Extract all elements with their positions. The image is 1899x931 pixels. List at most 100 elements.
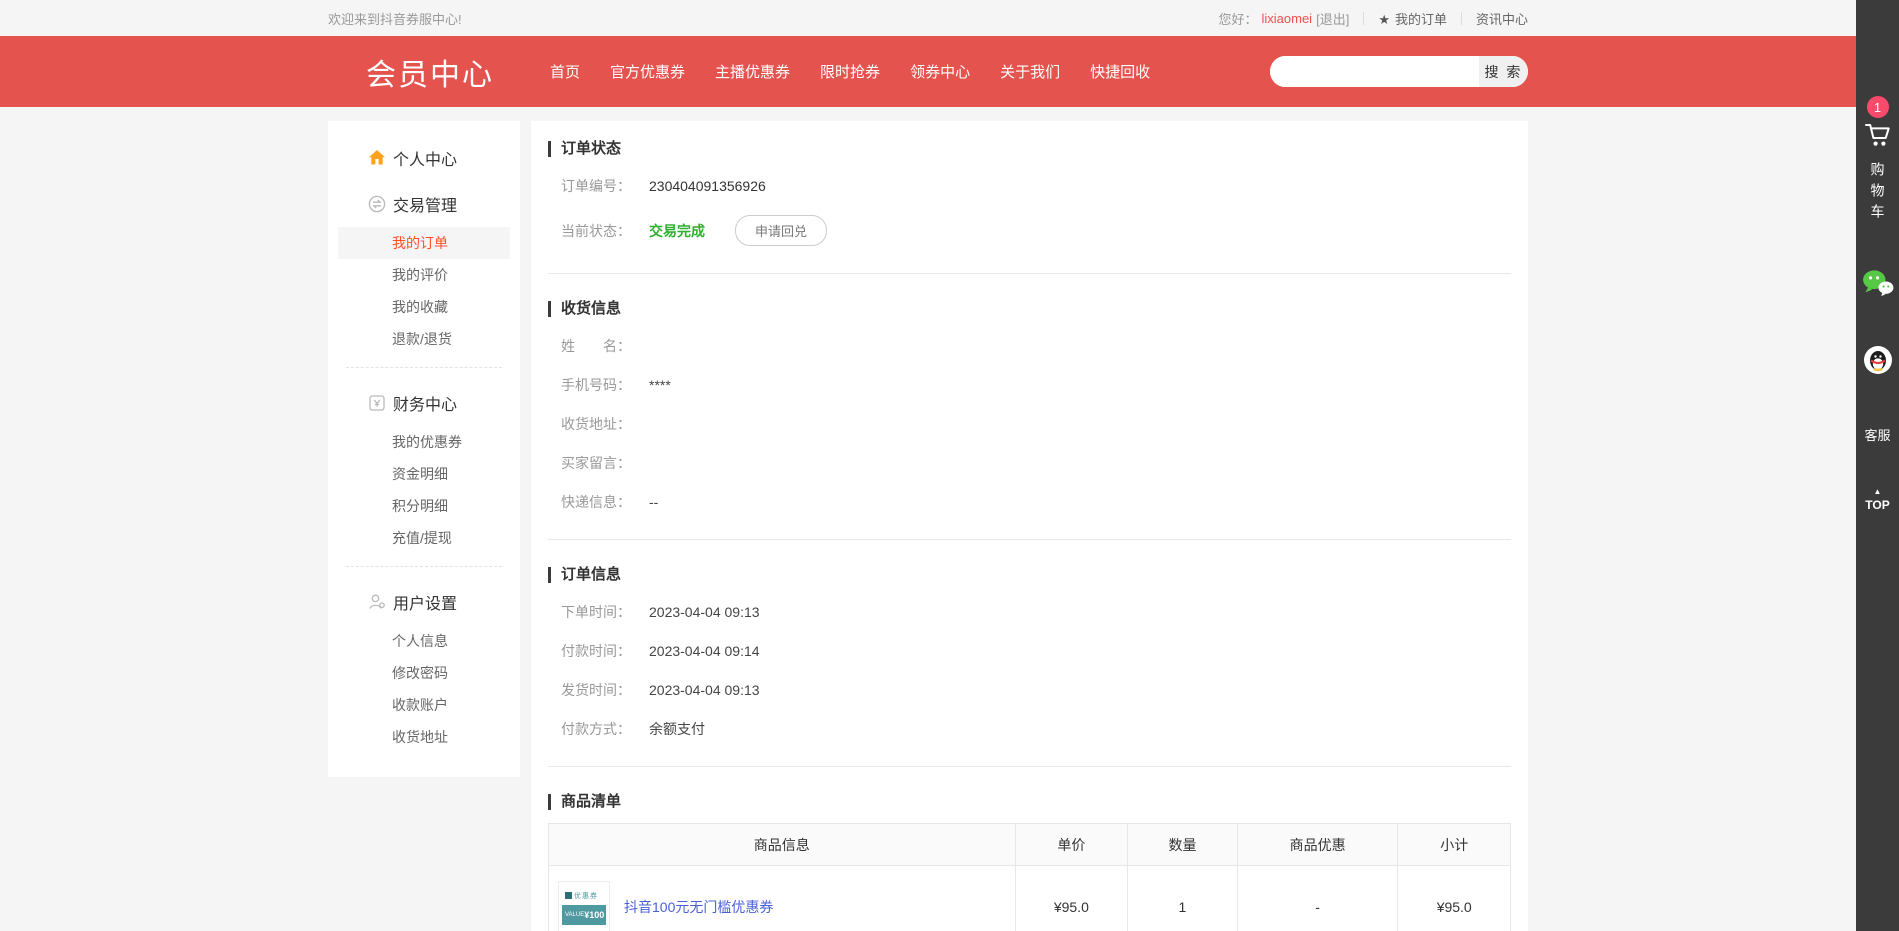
site-logo[interactable]: 会员中心	[328, 50, 494, 94]
goods-table-row: 优惠券 VALUE ¥100 抖音100元无门槛优惠券 ¥95.0 1 - ¥9…	[548, 865, 1511, 931]
divider	[346, 566, 502, 567]
ship-time-value: 2023-04-04 09:13	[649, 682, 760, 698]
sidebar-section-user-settings[interactable]: 用户设置	[328, 579, 520, 625]
nav-official-coupons[interactable]: 官方优惠券	[610, 61, 685, 82]
col-header-quantity: 数量	[1127, 823, 1238, 866]
sidebar-item-payment-account[interactable]: 收款账户	[328, 689, 520, 721]
unit-price-cell: ¥95.0	[1014, 865, 1129, 931]
col-header-subtotal: 小计	[1397, 823, 1511, 866]
sidebar-item-my-coupons[interactable]: 我的优惠券	[328, 426, 520, 458]
sidebar-section-trade[interactable]: 交易管理	[328, 181, 520, 227]
discount-cell: -	[1236, 865, 1399, 931]
phone-value: ****	[649, 377, 671, 393]
order-detail-panel: 订单状态 订单编号： 230404091356926 当前状态： 交易完成 申请…	[531, 121, 1528, 931]
section-title-order-info: 订单信息	[548, 567, 1511, 583]
divider	[548, 539, 1511, 540]
sidebar-item-refunds[interactable]: 退款/退货	[328, 323, 520, 355]
order-no-value: 230404091356926	[649, 178, 766, 194]
sidebar-item-change-password[interactable]: 修改密码	[328, 657, 520, 689]
sidebar-item-recharge-withdraw[interactable]: 充值/提现	[328, 522, 520, 554]
pay-time-value: 2023-04-04 09:14	[649, 643, 760, 659]
order-no-label: 订单编号：	[561, 178, 631, 194]
cart-label[interactable]: 购物车	[1868, 162, 1888, 225]
up-arrow-icon: ▲	[1873, 487, 1882, 496]
sidebar-section-title: 交易管理	[393, 198, 458, 215]
customer-service-button[interactable]: 客服	[1864, 425, 1890, 444]
coupon-brand-text: 优惠券	[574, 892, 598, 900]
cart-count-badge: 1	[1866, 96, 1889, 118]
divider	[1460, 11, 1462, 25]
search-input[interactable]	[1270, 56, 1479, 87]
search-box: 搜 索	[1270, 56, 1528, 87]
sidebar-section-personal-center[interactable]: 个人中心	[328, 135, 520, 181]
main-nav: 首页 官方优惠券 主播优惠券 限时抢券 领券中心 关于我们 快捷回收	[550, 61, 1180, 82]
trade-icon	[368, 195, 386, 213]
user-settings-icon	[368, 593, 386, 611]
back-to-top-button[interactable]: ▲ TOP	[1865, 487, 1890, 513]
address-label: 收货地址：	[561, 416, 631, 432]
sidebar-item-shipping-address[interactable]: 收货地址	[328, 721, 520, 753]
nav-quick-recycle[interactable]: 快捷回收	[1090, 61, 1150, 82]
nav-about-us[interactable]: 关于我们	[1000, 61, 1060, 82]
col-header-goods-info: 商品信息	[548, 823, 1016, 866]
redeem-button[interactable]: 申请回兑	[735, 215, 828, 246]
ship-time-label: 发货时间：	[561, 682, 631, 698]
name-label: 姓 名：	[561, 338, 631, 354]
divider	[548, 273, 1511, 274]
sidebar-section-finance[interactable]: 财务中心	[328, 380, 520, 426]
logout-link[interactable]: [退出]	[1316, 9, 1349, 28]
sidebar-item-my-favorites[interactable]: 我的收藏	[328, 291, 520, 323]
search-button[interactable]: 搜 索	[1479, 56, 1528, 87]
section-title-goods: 商品清单	[548, 794, 1511, 810]
news-center-link[interactable]: 资讯中心	[1476, 9, 1528, 28]
welcome-text: 欢迎来到抖音券服中心!	[328, 11, 462, 27]
order-time-value: 2023-04-04 09:13	[649, 604, 760, 620]
topbar: 欢迎来到抖音券服中心! 您好： lixiaomei [退出] ★ 我的订单 资讯中…	[0, 0, 1856, 36]
my-orders-link[interactable]: ★ 我的订单	[1378, 9, 1447, 28]
sidebar-item-points-details[interactable]: 积分明细	[328, 490, 520, 522]
cart-icon[interactable]	[1864, 122, 1892, 153]
express-info-label: 快递信息：	[561, 494, 631, 510]
goods-table-header-row: 商品信息 单价 数量 商品优惠 小计	[548, 823, 1511, 866]
finance-icon	[368, 394, 386, 412]
coupon-amount-text: ¥100	[584, 909, 605, 920]
nav-coupon-center[interactable]: 领券中心	[910, 61, 970, 82]
sidebar-item-fund-details[interactable]: 资金明细	[328, 458, 520, 490]
pay-time-label: 付款时间：	[561, 643, 631, 659]
divider	[548, 766, 1511, 767]
section-title-shipping: 收货信息	[548, 301, 1511, 317]
back-to-top-label: TOP	[1865, 498, 1890, 512]
nav-home[interactable]: 首页	[550, 61, 580, 82]
col-header-unit-price: 单价	[1014, 823, 1129, 866]
sidebar-item-personal-info[interactable]: 个人信息	[328, 625, 520, 657]
buyer-message-label: 买家留言：	[561, 455, 631, 471]
sidebar-item-my-orders[interactable]: 我的订单	[338, 227, 510, 259]
nav-flash-coupons[interactable]: 限时抢券	[820, 61, 880, 82]
sidebar-item-my-reviews[interactable]: 我的评价	[328, 259, 520, 291]
phone-label: 手机号码：	[561, 377, 631, 393]
home-icon	[368, 149, 386, 167]
order-time-label: 下单时间：	[561, 604, 631, 620]
nav-streamer-coupons[interactable]: 主播优惠券	[715, 61, 790, 82]
product-thumbnail[interactable]: 优惠券 VALUE ¥100	[558, 880, 610, 931]
divider	[346, 367, 502, 368]
pay-method-label: 付款方式：	[561, 721, 631, 737]
sidebar-section-title: 个人中心	[393, 152, 458, 169]
divider	[1363, 11, 1365, 25]
coupon-logo-icon	[565, 892, 572, 899]
sidebar-section-title: 用户设置	[393, 596, 458, 613]
product-link[interactable]: 抖音100元无门槛优惠券	[624, 897, 773, 917]
sidebar-section-title: 财务中心	[393, 397, 458, 414]
subtotal-cell: ¥95.0	[1397, 865, 1511, 931]
order-status-value: 交易完成	[649, 222, 705, 239]
star-icon: ★	[1378, 11, 1390, 27]
username-link[interactable]: lixiaomei	[1262, 11, 1313, 26]
side-toolbar: 1 购物车 客服 ▲ TOP	[1856, 0, 1899, 931]
qq-icon[interactable]	[1863, 346, 1892, 379]
main-header: 会员中心 首页 官方优惠券 主播优惠券 限时抢券 领券中心 关于我们 快捷回收 …	[0, 36, 1856, 107]
greeting-prefix: 您好：	[1218, 11, 1258, 27]
section-title-order-status: 订单状态	[548, 141, 1511, 157]
page: 欢迎来到抖音券服中心! 您好： lixiaomei [退出] ★ 我的订单 资讯中…	[0, 0, 1856, 931]
wechat-icon[interactable]	[1862, 269, 1894, 302]
quantity-cell: 1	[1127, 865, 1238, 931]
